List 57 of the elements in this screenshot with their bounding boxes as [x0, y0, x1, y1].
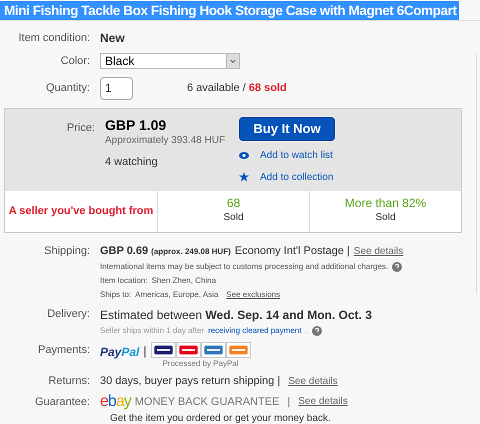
caret-icon [226, 54, 239, 68]
period-text: . [305, 325, 308, 337]
ships-to-label: Ships to: [100, 289, 132, 301]
ebay-logo: ebay [100, 394, 131, 410]
stat-label: Sold [223, 211, 244, 225]
field-label: Price: [66, 122, 95, 134]
seller-note: A seller you've bought from [8, 204, 154, 219]
see-exclusions-link[interactable]: See exclusions [226, 289, 280, 301]
dispatch-note: Seller ships within 1 day after [100, 325, 204, 337]
separator-text: | [143, 343, 146, 360]
field-label: Quantity: [46, 82, 90, 94]
help-icon[interactable] [312, 326, 322, 336]
cleared-payment-link[interactable]: receiving cleared payment [208, 325, 302, 337]
guarantee-text: MONEY BACK GUARANTEE [134, 394, 280, 410]
stat-value: 68 [226, 197, 240, 210]
delivery-estimate: Estimated between Wed. Sep. 14 and Mon. Oct. 3 [100, 307, 372, 324]
guarantee-note: Get the item you ordered or get your money back. [110, 412, 331, 424]
see-details-link[interactable]: See details [354, 244, 404, 258]
field-label: Payments: [38, 344, 90, 356]
ships-to-value: Americas, Europe, Asia [135, 289, 218, 301]
shipping-service: Economy Int'l Postage | [234, 244, 350, 258]
stat-value: More than 82% [344, 197, 426, 210]
separator-text: | [287, 394, 290, 410]
location-label: Item location: [100, 275, 148, 287]
star-icon [239, 172, 249, 182]
see-details-link[interactable]: See details [298, 394, 348, 410]
watching-count: 4 watching [105, 154, 159, 170]
color-select[interactable]: Black [100, 53, 240, 70]
stat-label: Sold [375, 211, 396, 225]
card-logo-icon [226, 342, 250, 358]
item-title: Mini Fishing Tackle Box Fishing Hook Storage Case with Magnet 6Compart [0, 0, 459, 20]
help-icon[interactable] [392, 262, 402, 272]
card-logo-icon [200, 342, 226, 358]
eye-icon [239, 152, 249, 158]
field-label: Guarantee: [34, 396, 90, 408]
approx-price: Approximately 393.48 HUF [105, 134, 226, 148]
buy-it-now-button[interactable]: Buy It Now [239, 116, 335, 140]
action-link[interactable]: Add to collection [260, 170, 334, 184]
condition-value: New [100, 30, 125, 47]
processed-note: Processed by PayPal [162, 358, 239, 370]
field-label: Delivery: [47, 308, 90, 320]
field-label: Returns: [48, 375, 90, 387]
field-label: Shipping: [44, 244, 90, 256]
availability-text: 6 available / 68 sold [187, 80, 287, 96]
returns-text: 30 days, buyer pays return shipping | [100, 374, 280, 389]
quantity-field[interactable]: 1 [100, 76, 133, 100]
card-logo-icon [176, 342, 200, 358]
location-value: Shen Zhen, China [152, 275, 216, 287]
action-link[interactable]: Add to watch list [260, 148, 333, 162]
paypal-logo: PayPal [100, 344, 140, 361]
field-label: Color: [60, 55, 90, 67]
field-label: Item condition: [18, 32, 90, 44]
customs-note: International items may be subject to customs processing and additional charges. [100, 261, 388, 273]
see-details-link[interactable]: See details [288, 374, 338, 389]
price-value: GBP 1.09 [105, 116, 168, 132]
shipping-price: GBP 0.69 (approx. 249.08 HUF) [100, 244, 231, 258]
card-logo-icon [150, 342, 176, 358]
